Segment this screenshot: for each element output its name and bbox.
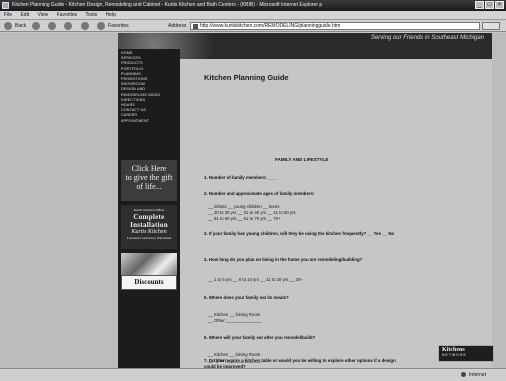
q2-options-row3[interactable]: __ 51 to 60 yrs __ 61 to 70 yrs __ 70+ bbox=[208, 216, 281, 221]
q5-option-other[interactable]: __ Other:_______________ bbox=[208, 318, 262, 323]
installation-promo-banner[interactable]: Kurtis Kitchen Offers Complete Installat… bbox=[121, 205, 177, 249]
menu-view[interactable]: View bbox=[37, 12, 48, 18]
menu-edit[interactable]: Edit bbox=[20, 12, 29, 18]
refresh-button[interactable] bbox=[64, 20, 75, 32]
title-bar: Kitchen Planning Guide - Kitchen Design,… bbox=[0, 0, 506, 11]
forward-arrow-icon bbox=[31, 21, 40, 30]
question-2: 2. Number and approximate ages of family… bbox=[204, 191, 315, 196]
status-bar: Internet bbox=[0, 368, 506, 381]
toolbar: Back Favorites Address http://www.kurtis… bbox=[0, 20, 506, 32]
q6-option-kitchen[interactable]: __ Kitchen __ Dining Room bbox=[208, 352, 260, 357]
menu-bar: File Edit View Favorites Tools Help bbox=[0, 11, 506, 20]
maximize-button[interactable]: □ bbox=[485, 1, 494, 9]
page-title: Kitchen Planning Guide bbox=[204, 73, 289, 82]
security-zone: Internet bbox=[461, 369, 486, 381]
sidebar: HOME SERVICES PRODUCTS PORTFOLIO PLANNIN… bbox=[118, 49, 180, 368]
stop-icon bbox=[47, 21, 56, 30]
forward-button[interactable] bbox=[31, 20, 43, 32]
close-button[interactable]: × bbox=[495, 1, 504, 9]
discounts-button[interactable]: Discounts bbox=[121, 275, 177, 290]
question-7: 7. Do you require a kitchen table or wou… bbox=[204, 358, 396, 368]
question-3: 3. If your family has young children, wi… bbox=[204, 231, 395, 236]
question-6: 6. Where will your family eat after you … bbox=[204, 335, 316, 340]
refresh-icon bbox=[64, 21, 73, 30]
banner-tagline: Serving our Friends in Southeast Michiga… bbox=[370, 35, 484, 41]
section-heading: FAMILY AND LIFESTYLE bbox=[275, 157, 329, 162]
minimize-button[interactable]: _ bbox=[475, 1, 484, 9]
page-content: Serving our Friends in Southeast Michiga… bbox=[0, 33, 506, 368]
ie-app-icon bbox=[2, 2, 9, 9]
question-1: 1. Number of family members: ___ bbox=[204, 175, 276, 180]
question-5: 5. Where does your family eat its meals? bbox=[204, 295, 289, 300]
page-icon bbox=[193, 24, 198, 29]
go-button[interactable] bbox=[482, 22, 500, 30]
browser-window: Kitchen Planning Guide - Kitchen Design,… bbox=[0, 0, 506, 381]
sidebar-nav: HOME SERVICES PRODUCTS PORTFOLIO PLANNIN… bbox=[118, 49, 180, 124]
star-icon bbox=[97, 21, 106, 30]
menu-favorites[interactable]: Favorites bbox=[57, 12, 78, 18]
q4-options[interactable]: __ 1 to 5 yrs __ 6 to 10 yrs __ 11 to 20… bbox=[208, 277, 303, 282]
home-button[interactable] bbox=[80, 20, 92, 32]
globe-icon bbox=[461, 372, 467, 378]
kitchens-network-logo[interactable]: Kitchens NETWORK bbox=[438, 345, 494, 362]
q5-option-kitchen[interactable]: __ Kitchen __ Dining Room bbox=[208, 312, 260, 317]
window-title: Kitchen Planning Guide - Kitchen Design,… bbox=[12, 2, 323, 8]
back-button[interactable]: Back bbox=[4, 20, 26, 32]
menu-tools[interactable]: Tools bbox=[85, 12, 97, 18]
stop-button[interactable] bbox=[47, 20, 59, 32]
q2-options-row2[interactable]: __ 20 to 30 yrs __ 31 to 40 yrs __ 41 to… bbox=[208, 210, 296, 215]
address-input[interactable]: http://www.kurtiskitchen.com/REMODELING/… bbox=[190, 22, 480, 30]
menu-help[interactable]: Help bbox=[106, 12, 116, 18]
address-label: Address bbox=[168, 23, 187, 29]
main-content: Kitchen Planning Guide FAMILY AND LIFEST… bbox=[180, 59, 492, 368]
decorative-banner-image bbox=[121, 253, 177, 275]
favorites-button[interactable]: Favorites bbox=[97, 20, 129, 32]
gift-promo-banner[interactable]: Click Here to give the gift of life... bbox=[121, 160, 177, 201]
question-4: 4. How long do you plan on living in the… bbox=[204, 257, 363, 262]
home-icon bbox=[80, 21, 89, 30]
q2-options-row1[interactable]: __ infants __ young children __ teens bbox=[208, 204, 279, 209]
menu-file[interactable]: File bbox=[4, 12, 12, 18]
back-arrow-icon bbox=[4, 21, 12, 30]
nav-appointment[interactable]: APPOINTMENT bbox=[121, 119, 180, 124]
